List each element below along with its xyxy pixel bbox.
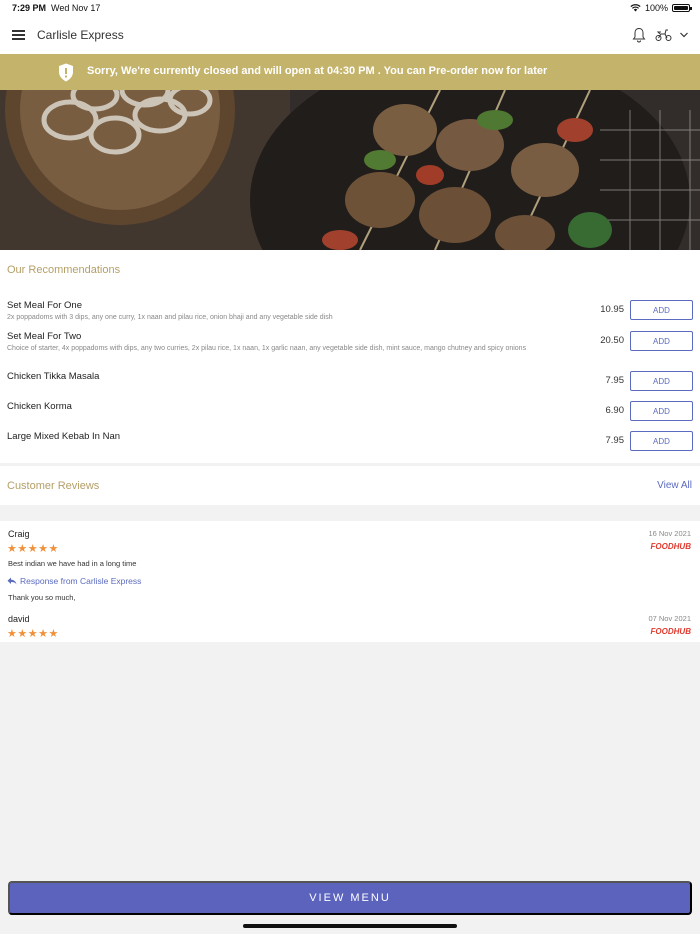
closed-message: Sorry, We're currently closed and will o… — [87, 65, 548, 77]
menu-item-name: Set Meal For Two — [7, 331, 82, 342]
add-button[interactable]: ADD — [630, 300, 693, 320]
review-author: david — [8, 614, 30, 624]
hero-food-image — [0, 90, 700, 250]
restaurant-title: Carlisle Express — [37, 28, 124, 42]
review-author: Craig — [8, 529, 30, 539]
response-text: Thank you so much, — [8, 593, 76, 602]
review-date: 16 Nov 2021 — [648, 529, 691, 538]
menu-icon[interactable] — [12, 30, 25, 40]
menu-item-price: 10.95 — [600, 304, 624, 315]
menu-item-price: 20.50 — [600, 335, 624, 346]
menu-item-name: Chicken Korma — [7, 401, 72, 412]
view-menu-button[interactable]: VIEW MENU — [8, 881, 692, 915]
menu-item-price: 7.95 — [605, 435, 625, 446]
wifi-icon — [630, 4, 641, 12]
response-label: Response from Carlisle Express — [7, 576, 141, 586]
rating-stars: ★★★★★ — [7, 628, 59, 640]
status-right: 100% — [630, 3, 692, 13]
status-bar: 7:29 PM Wed Nov 17 100% — [0, 0, 700, 16]
battery-icon — [672, 4, 692, 12]
delivery-scooter-icon[interactable] — [655, 28, 672, 42]
reviews-header: Customer Reviews View All — [0, 466, 700, 505]
reviews-title: Customer Reviews — [7, 480, 100, 492]
response-label-text: Response from Carlisle Express — [20, 576, 142, 586]
foodhub-logo: FOODHUB — [650, 542, 691, 551]
menu-item-description: 2x poppadoms with 3 dips, any one curry,… — [7, 314, 333, 321]
recommendations-section: Our Recommendations Set Meal For One 2x … — [0, 250, 700, 463]
review-date: 07 Nov 2021 — [648, 614, 691, 623]
chevron-down-icon[interactable] — [679, 30, 689, 40]
reviews-list: Craig 16 Nov 2021 ★★★★★ FOODHUB Best ind… — [0, 521, 700, 642]
reply-icon — [7, 577, 17, 585]
status-date: Wed Nov 17 — [51, 3, 101, 13]
review-text: Best indian we have had in a long time — [8, 559, 137, 568]
app-header: Carlisle Express — [0, 16, 700, 54]
menu-item-name: Large Mixed Kebab In Nan — [7, 431, 121, 442]
add-button[interactable]: ADD — [630, 331, 693, 351]
add-button[interactable]: ADD — [630, 371, 693, 391]
menu-item-name: Chicken Tikka Masala — [7, 371, 100, 382]
menu-item-description: Choice of starter, 4x poppadoms with dip… — [7, 345, 527, 352]
bell-icon[interactable] — [632, 27, 646, 43]
menu-item-price: 7.95 — [605, 375, 625, 386]
menu-item-price: 6.90 — [605, 405, 625, 416]
add-button[interactable]: ADD — [630, 431, 693, 451]
foodhub-logo: FOODHUB — [650, 627, 691, 636]
status-time: 7:29 PM — [12, 3, 47, 13]
closed-banner: Sorry, We're currently closed and will o… — [0, 54, 700, 90]
view-all-link[interactable]: View All — [657, 480, 692, 491]
home-indicator — [243, 924, 457, 928]
recommendations-title: Our Recommendations — [7, 264, 121, 276]
battery-percent: 100% — [644, 3, 668, 13]
menu-item-name: Set Meal For One — [7, 300, 82, 311]
add-button[interactable]: ADD — [630, 401, 693, 421]
rating-stars: ★★★★★ — [7, 543, 59, 555]
shield-alert-icon — [59, 63, 73, 82]
